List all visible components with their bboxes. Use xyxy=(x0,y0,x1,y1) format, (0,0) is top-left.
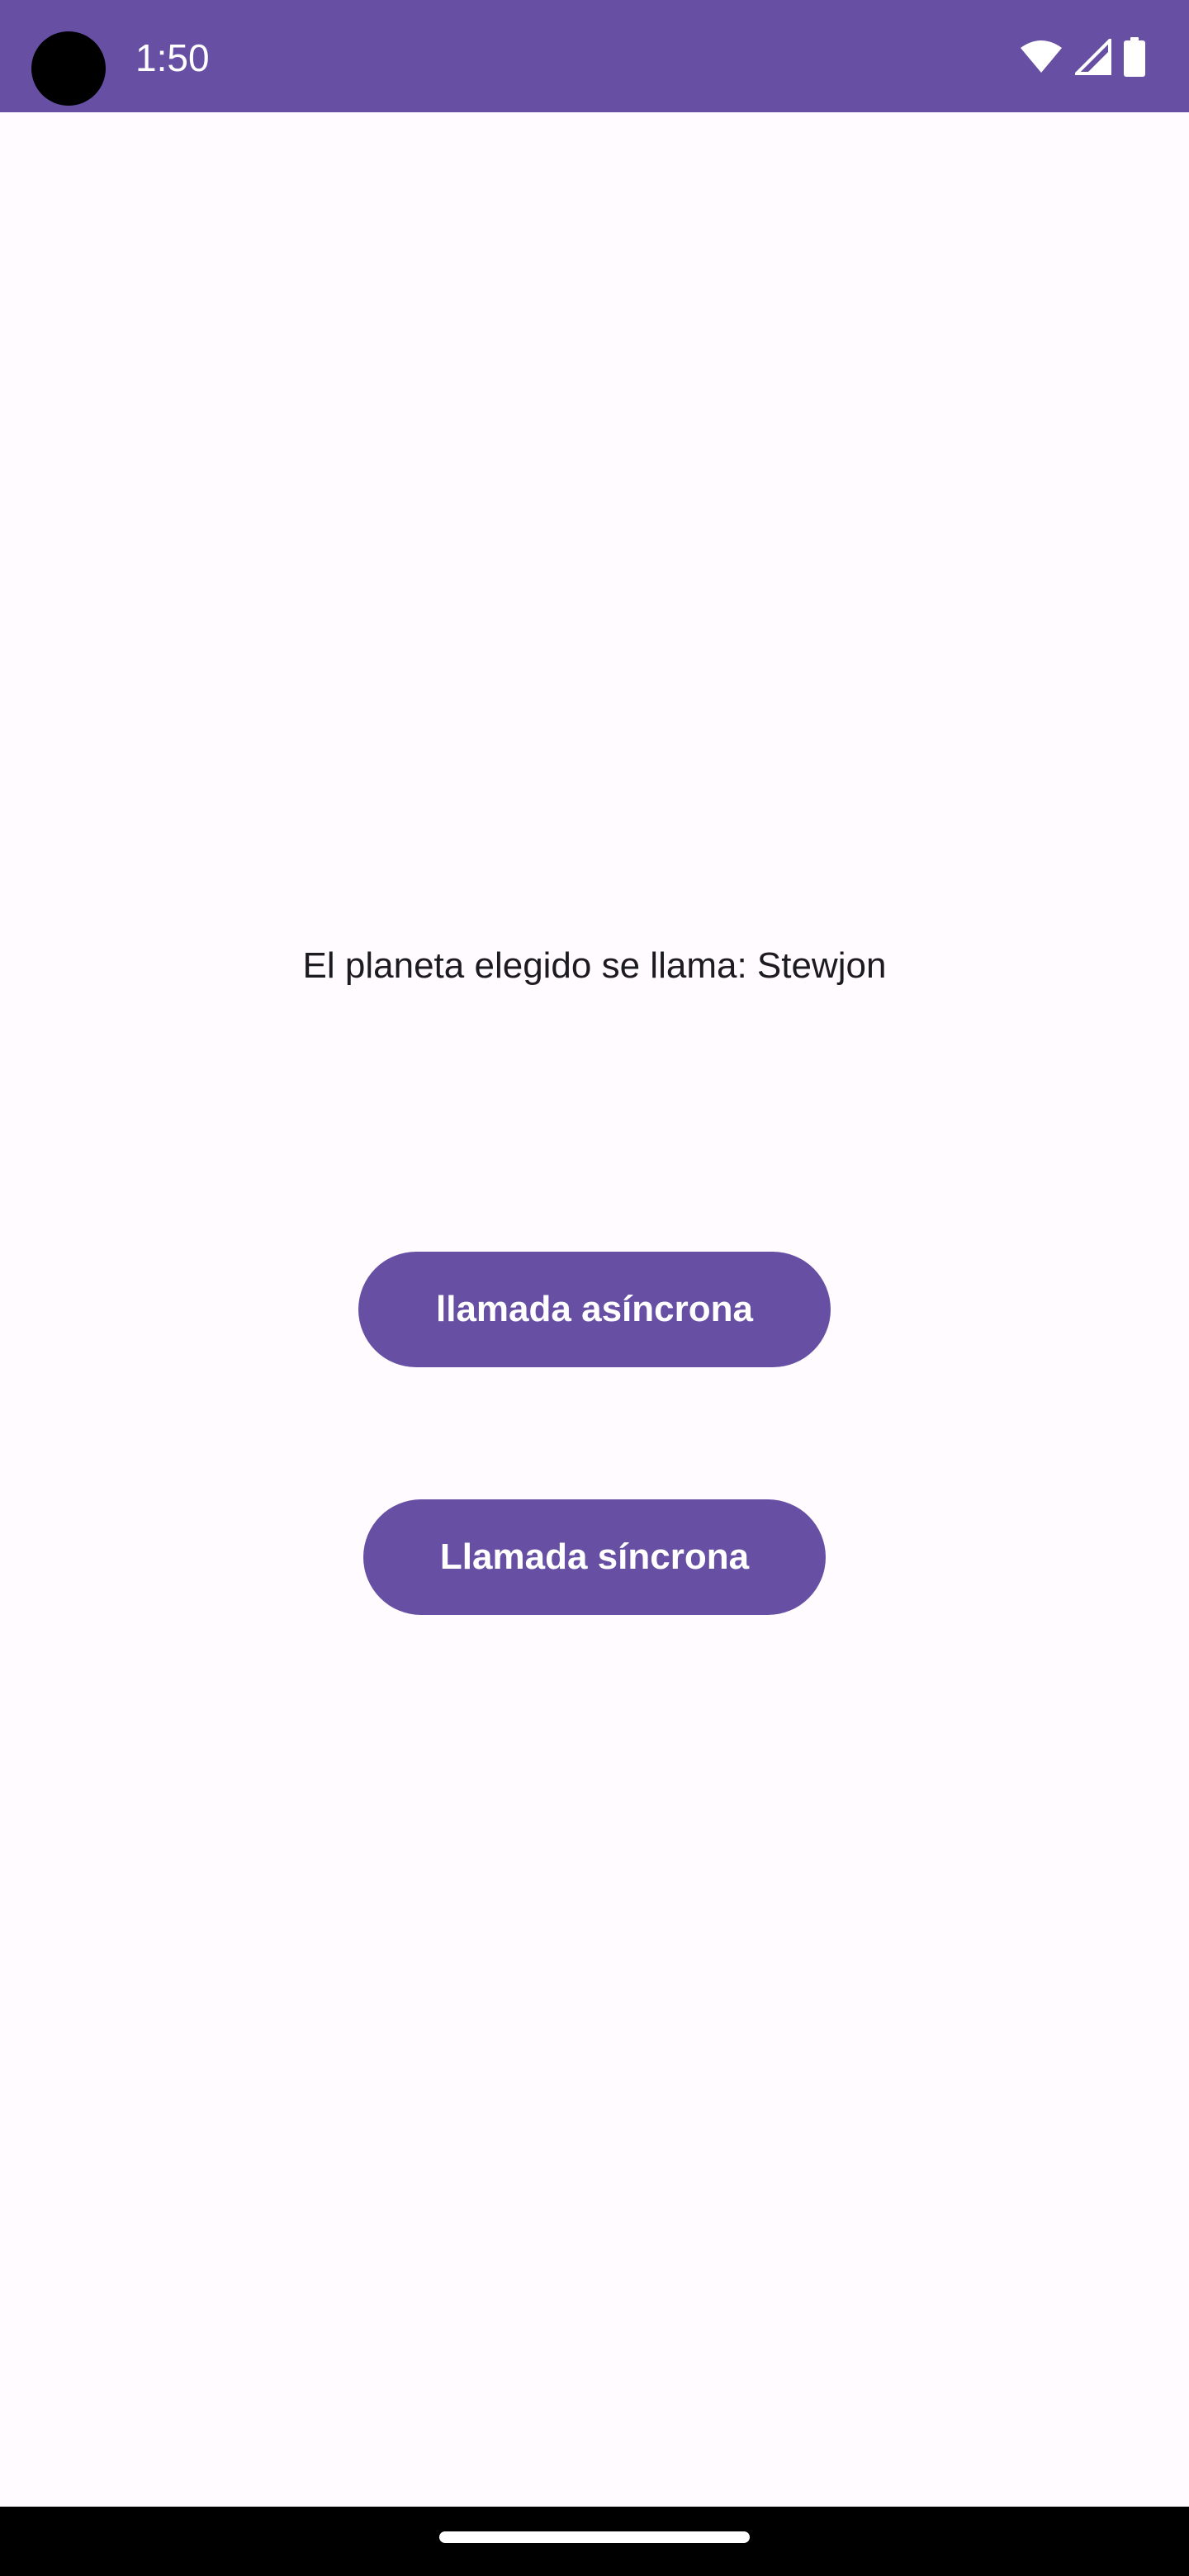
wifi-icon xyxy=(1019,40,1063,74)
async-call-button[interactable]: llamada asíncrona xyxy=(358,1252,831,1367)
status-time: 1:50 xyxy=(135,36,210,79)
status-bar: 1:50 xyxy=(0,0,1189,112)
camera-cutout xyxy=(31,31,106,106)
home-gesture-handle[interactable] xyxy=(439,2531,750,2543)
sync-call-button[interactable]: Llamada síncrona xyxy=(363,1499,826,1615)
cellular-signal-icon xyxy=(1075,39,1111,75)
main-content: El planeta elegido se llama: Stewjon lla… xyxy=(0,112,1189,2507)
navigation-bar xyxy=(0,2507,1189,2576)
status-icons xyxy=(1019,36,1146,78)
battery-icon xyxy=(1123,37,1146,77)
planet-name-text: El planeta elegido se llama: Stewjon xyxy=(302,945,887,986)
